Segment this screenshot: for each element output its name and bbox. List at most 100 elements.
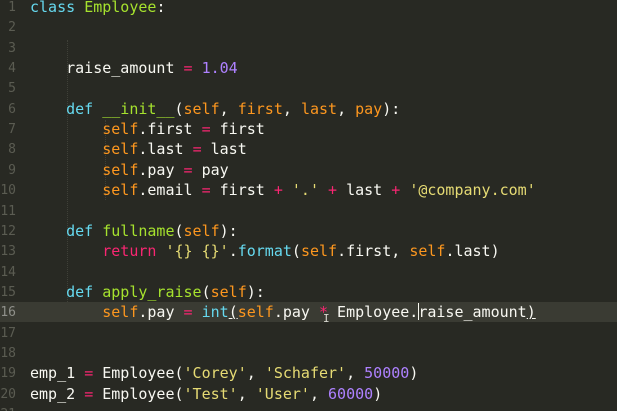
code-token: raise_amount [30,59,184,78]
code-text: def __init__(self, first, last, pay): [30,99,400,119]
code-token: ( [291,242,301,261]
code-token: apply_raise [102,282,202,301]
code-text: emp_1 = Employee('Corey', 'Schafer', 500… [30,363,418,383]
code-token: , [219,99,238,118]
code-token: __init__ [102,99,175,118]
code-token: .first [138,120,202,139]
code-token: = [183,59,193,78]
code-token: emp_2 [30,384,85,403]
code-token: self [102,303,139,322]
code-line[interactable]: 9 self.pay = pay [0,160,617,180]
code-token: pay [192,160,229,179]
code-token: ) [526,303,536,322]
code-token: ( [228,303,238,322]
code-text: self.first = first [30,119,265,139]
code-token: .last) [445,242,500,261]
code-line[interactable]: 11 [0,201,617,221]
code-token: self [237,303,274,322]
code-token: '.' [291,181,319,200]
code-token: = [201,181,211,200]
code-token: pay [355,99,383,118]
code-token: 'Corey' [183,364,247,383]
code-token: , [346,364,365,383]
code-token: ( [174,99,184,118]
line-number: 1 [8,0,16,15]
code-token: first [210,120,265,139]
code-line[interactable]: 13 return '{} {}'.format(self.first, sel… [0,241,617,261]
code-token: def [66,99,94,118]
code-token: self [183,99,220,118]
code-token: .email [138,181,202,200]
code-token: ): [246,282,265,301]
code-text: class Employee: [30,0,165,17]
code-token: + [391,181,401,200]
text-cursor-icon: I [323,312,330,325]
line-number: 6 [8,101,16,117]
code-line[interactable]: 14 [0,262,617,282]
code-token: = [183,303,193,322]
code-token: .pay [138,303,184,322]
code-line[interactable]: 3 [0,38,617,58]
code-token: 'User' [255,384,310,403]
line-number: 2 [8,20,16,36]
code-line[interactable]: 4 raise_amount = 1.04 [0,58,617,78]
code-text: self.last = last [30,139,247,159]
code-token: self [102,140,139,159]
code-token: last [337,181,392,200]
code-line[interactable]: 7 self.first = first [0,119,617,139]
code-token: ) [409,364,419,383]
code-text: raise_amount = 1.04 [30,58,238,78]
code-line[interactable]: 10 self.email = first + '.' + last + '@c… [0,180,617,200]
code-token: .last [138,140,193,159]
code-token: ( [174,221,184,240]
code-token: self [409,242,446,261]
code-text: self.email = first + '.' + last + '@comp… [30,180,536,200]
code-token: format [237,242,292,261]
code-line[interactable]: 17 [0,323,617,343]
code-text: return '{} {}'.format(self.first, self.l… [30,241,500,261]
code-token: Employee [84,0,157,16]
line-number: 10 [0,183,16,199]
code-text: emp_2 = Employee('Test', 'User', 60000) [30,384,382,404]
code-line[interactable]: 19 emp_1 = Employee('Corey', 'Schafer', 5… [0,363,617,383]
code-token: self [210,282,247,301]
code-token: Employee( [93,364,184,383]
line-number: 14 [0,264,16,280]
line-number: 4 [8,61,16,77]
code-token: fullname [102,221,175,240]
code-line[interactable]: 16 self.pay = int(self.pay * Employee.ra… [0,302,617,323]
code-line[interactable]: 2 [0,17,617,37]
code-line[interactable]: 15 def apply_raise(self): [0,282,617,302]
line-number: 19 [0,366,16,382]
code-line[interactable]: 18 [0,343,617,363]
code-line[interactable]: 5 [0,78,617,98]
code-token: last [201,140,247,159]
code-line[interactable]: 6 def __init__(self, first, last, pay): [0,99,617,119]
code-line[interactable]: 12 def fullname(self): [0,221,617,241]
code-editor[interactable]: 1 class Employee: 2 3 4 raise_amount = 1.04 5… [0,0,617,411]
code-line[interactable]: 20 emp_2 = Employee('Test', 'User', 60000… [0,384,617,404]
code-line[interactable]: 21 [0,404,617,411]
code-token: .pay [138,160,184,179]
code-token: first [237,99,283,118]
line-number: 15 [0,284,16,300]
code-token: = [201,120,211,139]
code-line[interactable]: 1 class Employee: [0,0,617,17]
code-token: def [66,282,94,301]
code-token: last [300,99,338,118]
code-line[interactable]: 8 self.last = last [0,139,617,159]
code-token: , [309,384,329,403]
code-token: return [102,242,157,261]
code-token: = [84,384,94,403]
code-token: self [102,160,139,179]
code-token: ): [219,221,238,240]
